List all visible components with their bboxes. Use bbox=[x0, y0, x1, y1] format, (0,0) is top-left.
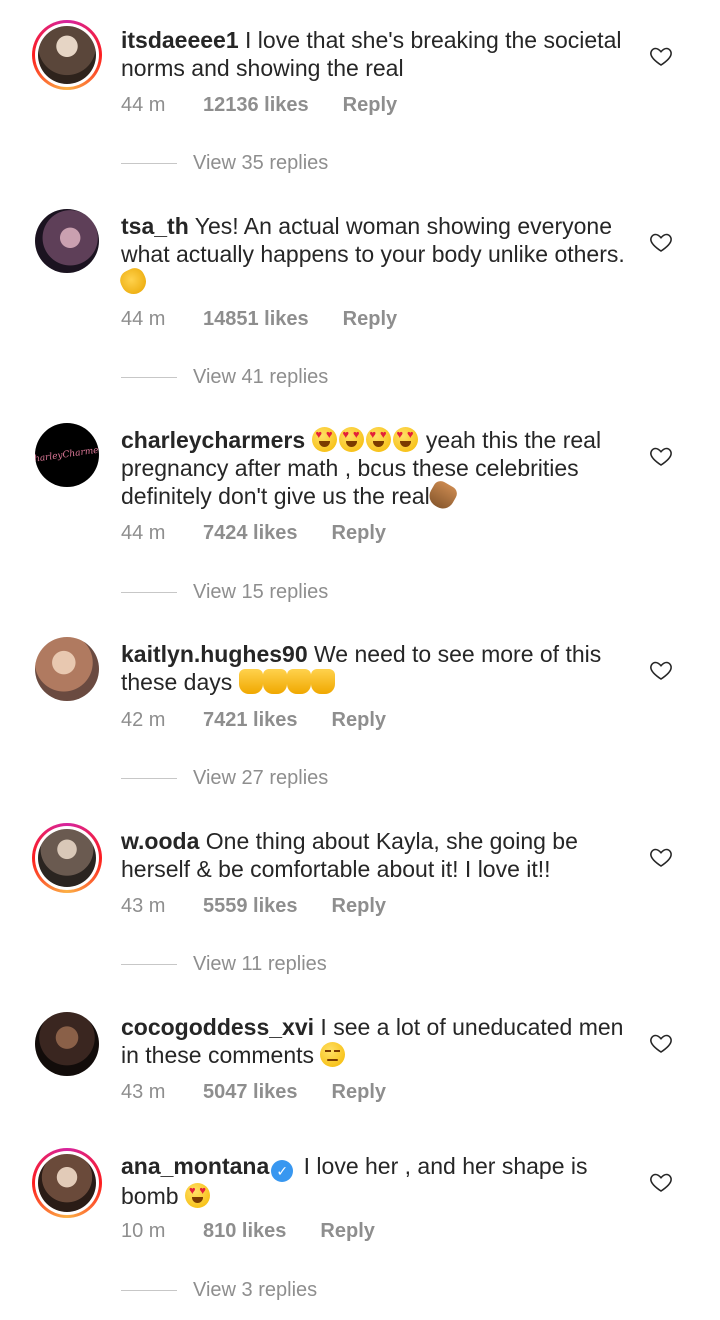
view-replies-label: View 41 replies bbox=[193, 366, 329, 388]
comment-time: 43 m bbox=[121, 1081, 166, 1103]
view-replies-button[interactable]: View 27 replies bbox=[121, 767, 328, 790]
comment-text: ana_montana ✓ I love her , and her shape … bbox=[121, 1152, 631, 1210]
comment-likes[interactable]: 5559 likes bbox=[203, 895, 298, 918]
view-replies-button[interactable]: View 11 replies bbox=[121, 953, 327, 976]
praying-hands-emoji-icon bbox=[425, 478, 460, 513]
view-replies-button[interactable]: View 3 replies bbox=[121, 1279, 317, 1302]
comment-likes[interactable]: 5047 likes bbox=[203, 1081, 298, 1104]
comment-likes[interactable]: 14851 likes bbox=[203, 308, 309, 331]
comment-text: itsdaeeee1 I love that she's breaking th… bbox=[121, 26, 631, 82]
heart-eyes-emoji-icon bbox=[338, 427, 364, 452]
reply-button[interactable]: Reply bbox=[343, 308, 397, 330]
view-replies-label: View 15 replies bbox=[193, 581, 329, 603]
comment-meta: 43 m 5559 likes Reply bbox=[121, 895, 386, 918]
divider-line bbox=[121, 592, 177, 594]
like-heart-icon[interactable] bbox=[649, 1170, 673, 1194]
raising-hands-emoji-icon bbox=[238, 669, 263, 694]
raising-hands-emoji-icon bbox=[262, 669, 287, 694]
avatar[interactable] bbox=[32, 1009, 102, 1079]
comment-text: kaitlyn.hughes90 We need to see more of … bbox=[121, 640, 631, 696]
reply-button[interactable]: Reply bbox=[332, 895, 386, 917]
avatar[interactable]: CharleyCharmers bbox=[32, 420, 102, 490]
avatar[interactable] bbox=[32, 634, 102, 704]
comment-meta: 44 m 7424 likes Reply bbox=[121, 522, 386, 545]
view-replies-button[interactable]: View 41 replies bbox=[121, 366, 328, 389]
comment-time: 42 m bbox=[121, 709, 166, 731]
view-replies-label: View 11 replies bbox=[193, 953, 327, 975]
comment-meta: 44 m 14851 likes Reply bbox=[121, 308, 397, 331]
comment-body: Yes! An actual woman showing everyone wh… bbox=[121, 213, 625, 267]
comment-username[interactable]: tsa_th bbox=[121, 213, 189, 239]
reply-button[interactable]: Reply bbox=[320, 1220, 374, 1242]
comment-likes[interactable]: 12136 likes bbox=[203, 94, 309, 117]
comment-time: 10 m bbox=[121, 1220, 166, 1242]
avatar-image bbox=[35, 637, 99, 701]
comment-likes[interactable]: 7421 likes bbox=[203, 709, 298, 732]
comment-time: 44 m bbox=[121, 522, 166, 544]
view-replies-button[interactable]: View 15 replies bbox=[121, 581, 328, 604]
view-replies-button[interactable]: View 35 replies bbox=[121, 152, 328, 175]
comment-username[interactable]: itsdaeeee1 bbox=[121, 27, 239, 53]
comment-username[interactable]: ana_montana bbox=[121, 1153, 269, 1179]
comment-meta: 10 m 810 likes Reply bbox=[121, 1220, 375, 1243]
comment-time: 44 m bbox=[121, 94, 166, 116]
view-replies-label: View 27 replies bbox=[193, 767, 329, 789]
reply-button[interactable]: Reply bbox=[343, 94, 397, 116]
comment-meta: 43 m 5047 likes Reply bbox=[121, 1081, 386, 1104]
divider-line bbox=[121, 778, 177, 780]
avatar[interactable] bbox=[32, 1148, 102, 1218]
avatar[interactable] bbox=[32, 20, 102, 90]
reply-button[interactable]: Reply bbox=[332, 522, 386, 544]
avatar-image bbox=[38, 829, 96, 887]
comment-text: charleycharmers yeah this the real pregn… bbox=[121, 426, 631, 513]
like-heart-icon[interactable] bbox=[649, 44, 673, 68]
comment-username[interactable]: cocogoddess_xvi bbox=[121, 1014, 314, 1040]
comment-username[interactable]: w.ooda bbox=[121, 828, 199, 854]
reply-button[interactable]: Reply bbox=[332, 1081, 386, 1103]
view-replies-label: View 3 replies bbox=[193, 1279, 318, 1301]
comment-meta: 42 m 7421 likes Reply bbox=[121, 709, 386, 732]
divider-line bbox=[121, 964, 177, 966]
reply-button[interactable]: Reply bbox=[332, 709, 386, 731]
comment-time: 44 m bbox=[121, 308, 166, 330]
clapping-hands-emoji-icon bbox=[116, 264, 151, 299]
heart-eyes-emoji-icon bbox=[365, 427, 391, 452]
heart-eyes-emoji-icon bbox=[184, 1183, 210, 1208]
divider-line bbox=[121, 1290, 177, 1292]
comment-meta: 44 m 12136 likes Reply bbox=[121, 94, 397, 117]
comment-likes[interactable]: 810 likes bbox=[203, 1220, 286, 1243]
heart-eyes-emoji-icon bbox=[311, 427, 337, 452]
comment-likes[interactable]: 7424 likes bbox=[203, 522, 298, 545]
avatar-image: CharleyCharmers bbox=[35, 423, 99, 487]
divider-line bbox=[121, 163, 177, 165]
raising-hands-emoji-icon bbox=[310, 669, 335, 694]
comment-text: w.ooda One thing about Kayla, she going … bbox=[121, 827, 631, 883]
view-replies-label: View 35 replies bbox=[193, 152, 329, 174]
comment-username[interactable]: charleycharmers bbox=[121, 427, 305, 453]
comment-text: cocogoddess_xvi I see a lot of uneducate… bbox=[121, 1013, 631, 1069]
like-heart-icon[interactable] bbox=[649, 845, 673, 869]
avatar[interactable] bbox=[32, 206, 102, 276]
like-heart-icon[interactable] bbox=[649, 658, 673, 682]
avatar-image bbox=[35, 209, 99, 273]
like-heart-icon[interactable] bbox=[649, 444, 673, 468]
avatar-image bbox=[38, 1154, 96, 1212]
avatar-image bbox=[35, 1012, 99, 1076]
verified-badge-icon: ✓ bbox=[271, 1160, 294, 1182]
avatar-image bbox=[38, 26, 96, 84]
heart-eyes-emoji-icon bbox=[392, 427, 418, 452]
raising-hands-emoji-icon bbox=[286, 669, 311, 694]
like-heart-icon[interactable] bbox=[649, 230, 673, 254]
comment-username[interactable]: kaitlyn.hughes90 bbox=[121, 641, 308, 667]
comment-time: 43 m bbox=[121, 895, 166, 917]
comment-text: tsa_th Yes! An actual woman showing ever… bbox=[116, 212, 631, 299]
divider-line bbox=[121, 377, 177, 379]
like-heart-icon[interactable] bbox=[649, 1031, 673, 1055]
avatar-script-logo: CharleyCharmers bbox=[35, 444, 99, 466]
unamused-face-emoji-icon bbox=[320, 1042, 346, 1067]
avatar[interactable] bbox=[32, 823, 102, 893]
